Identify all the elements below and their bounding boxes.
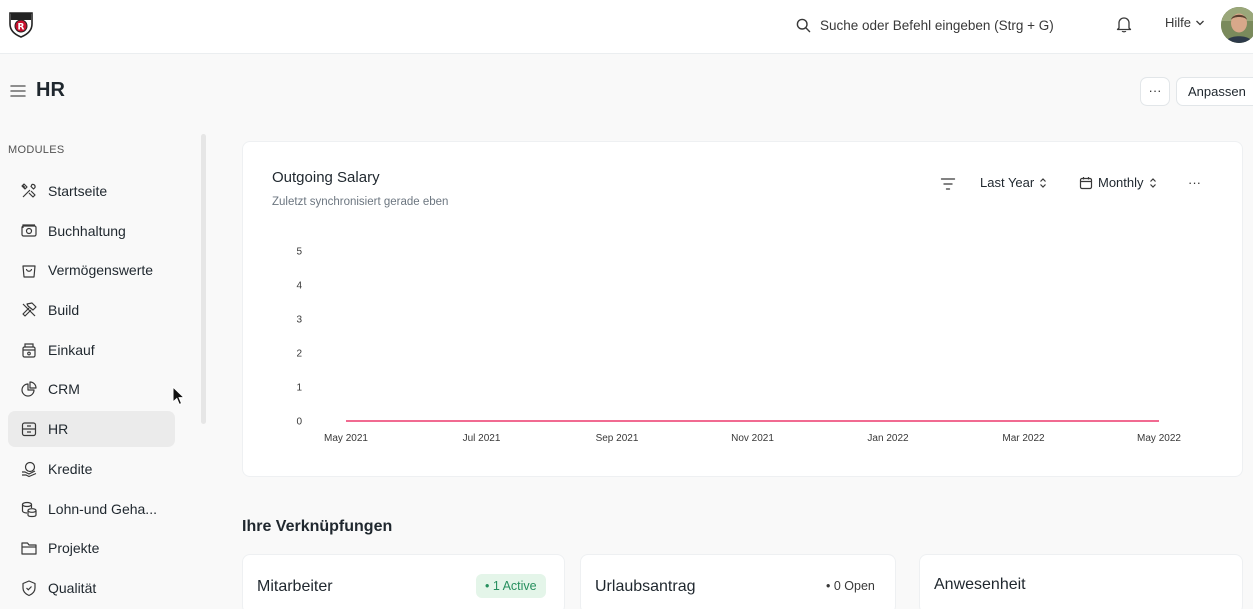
x-tick-label: Jul 2021 [463,433,501,444]
chevron-updown-icon [1040,177,1047,188]
y-tick-label: 5 [296,247,302,258]
navbar: R Suche oder Befehl eingeben (Strg + G) … [0,0,1253,54]
shortcut-label: Anwesenheit [934,576,1026,593]
chart-more-button[interactable]: ··· [1188,175,1201,190]
x-tick-label: May 2021 [324,433,368,444]
tools-icon [21,183,36,198]
sidebar-heading: MODULES [8,144,65,156]
x-axis: May 2021 Jul 2021 Sep 2021 Nov 2021 Jan 2022… [324,433,1181,444]
drawer-icon [21,422,37,437]
folder-icon [21,542,37,555]
shortcut-label: Mitarbeiter [257,578,333,595]
shortcut-urlaubsantrag[interactable]: Urlaubsantrag • 0 Open [580,554,896,609]
y-tick-label: 1 [296,383,302,394]
notification-bell-icon[interactable] [1115,15,1133,33]
sidebar-item-label: Build [48,302,80,319]
sidebar-item-label: Vermögenswerte [48,262,154,279]
time-range-select[interactable]: Last Year [980,175,1047,190]
shortcut-anwesenheit[interactable]: Anwesenheit [919,554,1243,609]
sidebar-item-einkauf[interactable]: Einkauf [8,332,175,368]
outgoing-salary-card: 0 1 2 3 4 5 May 2021 Jul 2021 Sep 2021 Nov 2021 J… [242,141,1243,477]
interval-value: Monthly [1098,175,1144,190]
sidebar-scrollbar[interactable] [201,134,206,424]
chevron-down-icon [1196,20,1204,25]
shortcuts-title: Ihre Verknüpfungen [242,518,393,535]
sidebar-item-projekte[interactable]: Projekte [8,530,175,566]
status-badge: • 1 Active [476,574,546,598]
sidebar-item-qualitaet[interactable]: Qualität [8,570,175,606]
club-logo[interactable]: R [8,10,34,38]
sidebar-item-vermoegenswerte[interactable]: Vermögenswerte [8,252,175,288]
sidebar-item-label: Buchhaltung [48,222,126,239]
sidebar-item-label: CRM [48,381,80,398]
sidebar-item-lohn-und-gehalt[interactable]: Lohn-und Geha... [8,491,175,527]
chart-title: Outgoing Salary [272,169,380,186]
calendar-icon [1079,176,1093,189]
sidebar-item-label: Qualität [48,579,97,596]
sidebar-item-label: HR [48,421,69,438]
filter-icon[interactable] [940,177,956,191]
search-bar[interactable]: Suche oder Befehl eingeben (Strg + G) [796,14,1054,36]
customize-button[interactable]: Anpassen [1176,77,1253,106]
coins-icon [21,501,37,517]
money-icon [21,224,37,237]
shortcut-label: Urlaubsantrag [595,578,696,595]
mouse-cursor-icon [172,386,186,406]
x-tick-label: Mar 2022 [1002,433,1045,444]
sidebar-item-kredite[interactable]: Kredite [8,451,175,487]
shield-check-icon [22,580,36,596]
page-title: HR [36,79,65,101]
hammer-icon [22,302,37,317]
outgoing-salary-chart: 0 1 2 3 4 5 May 2021 Jul 2021 Sep 2021 Nov 2021 J… [296,247,1181,445]
page-more-button[interactable]: ··· [1140,77,1170,106]
sidebar-item-label: Kredite [48,460,93,477]
sidebar-list: Startseite Buchhaltung Vermögenswerte Bu… [8,173,175,609]
bag-icon [22,265,36,278]
x-tick-label: Nov 2021 [731,433,774,444]
user-avatar[interactable] [1221,7,1253,43]
hand-coin-icon [22,461,37,477]
sidebar-item-buchhaltung[interactable]: Buchhaltung [8,213,175,249]
sidebar-item-crm[interactable]: CRM [8,371,175,407]
help-dropdown[interactable]: Hilfe [1165,15,1205,30]
sidebar-item-label: Einkauf [48,341,95,358]
x-tick-label: Jan 2022 [867,433,909,444]
y-tick-label: 2 [296,349,302,360]
time-range-value: Last Year [980,175,1035,190]
interval-select[interactable]: Monthly [1079,175,1157,190]
search-icon [796,18,811,32]
sidebar-item-startseite[interactable]: Startseite [8,173,175,209]
x-tick-label: Sep 2021 [596,433,639,444]
y-tick-label: 3 [296,315,302,326]
chevron-updown-icon [1149,177,1156,188]
pie-icon [21,381,37,397]
status-badge: • 0 Open [826,579,875,593]
sidebar-item-label: Lohn-und Geha... [48,500,157,517]
sidebar-item-build[interactable]: Build [8,292,175,328]
sidebar-item-hr[interactable]: HR [8,411,175,448]
y-tick-label: 4 [296,281,302,292]
y-axis: 0 1 2 3 4 5 [296,247,302,428]
x-tick-label: May 2022 [1137,433,1181,444]
help-label: Hilfe [1165,15,1192,30]
y-tick-label: 0 [296,417,302,428]
sidebar-item-label: Startseite [48,183,108,199]
svg-text:R: R [18,23,25,33]
chart-sync-status: Zuletzt synchronisiert gerade eben [272,196,449,208]
search-placeholder: Suche oder Befehl eingeben (Strg + G) [820,17,1054,33]
basket-icon [22,343,36,358]
sidebar-item-label: Projekte [48,540,100,557]
sidebar-toggle-icon[interactable] [10,84,26,98]
shortcut-mitarbeiter[interactable]: Mitarbeiter • 1 Active [242,554,565,609]
